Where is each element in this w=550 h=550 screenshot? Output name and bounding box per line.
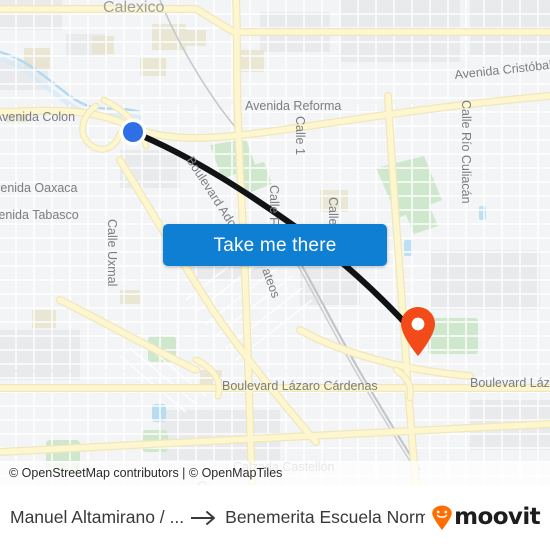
svg-text:Avenida Tabasco: Avenida Tabasco <box>0 208 79 222</box>
svg-text:Calexico: Calexico <box>103 0 164 16</box>
trip-footer: Manuel Altamirano / ... Benemerita Escue… <box>0 485 550 550</box>
map-viewport[interactable]: Calexico Avenida Colon Avenida Oaxaca Av… <box>0 0 550 485</box>
svg-text:Avenida Reforma: Avenida Reforma <box>245 99 341 113</box>
trip-origin-label: Manuel Altamirano / ... <box>10 507 184 527</box>
arrow-right-icon <box>191 510 216 525</box>
trip-summary: Manuel Altamirano / ... Benemerita Escue… <box>10 507 425 528</box>
take-me-there-label: Take me there <box>213 234 337 256</box>
svg-text:Avenida Colon: Avenida Colon <box>0 110 75 124</box>
attribution-text: © OpenStreetMap contributors | © OpenMap… <box>9 466 283 480</box>
moovit-wordmark: moovit <box>454 504 540 530</box>
svg-text:Calle F: Calle F <box>267 185 281 225</box>
map-attribution: © OpenStreetMap contributors | © OpenMap… <box>0 461 550 485</box>
origin-marker[interactable] <box>119 118 147 146</box>
moovit-pin-icon <box>432 505 452 530</box>
svg-text:Calle Uxmal: Calle Uxmal <box>105 219 119 286</box>
svg-text:Boulevard Lázaro Cárdenas: Boulevard Lázaro Cárdenas <box>222 379 378 393</box>
svg-text:Calle Río Culiacán: Calle Río Culiacán <box>459 100 473 204</box>
moovit-brand[interactable]: moovit <box>431 504 541 531</box>
svg-text:Boulevard Lázaro: Boulevard Lázaro <box>470 376 550 390</box>
svg-text:Avenida Oaxaca: Avenida Oaxaca <box>0 181 78 195</box>
map-share-card: Calexico Avenida Colon Avenida Oaxaca Av… <box>0 0 550 550</box>
take-me-there-button[interactable]: Take me there <box>163 224 387 266</box>
svg-text:Calle: Calle <box>326 197 340 226</box>
svg-text:Calle 1: Calle 1 <box>293 116 307 155</box>
trip-destination-label: Benemerita Escuela Norm... <box>225 507 426 527</box>
